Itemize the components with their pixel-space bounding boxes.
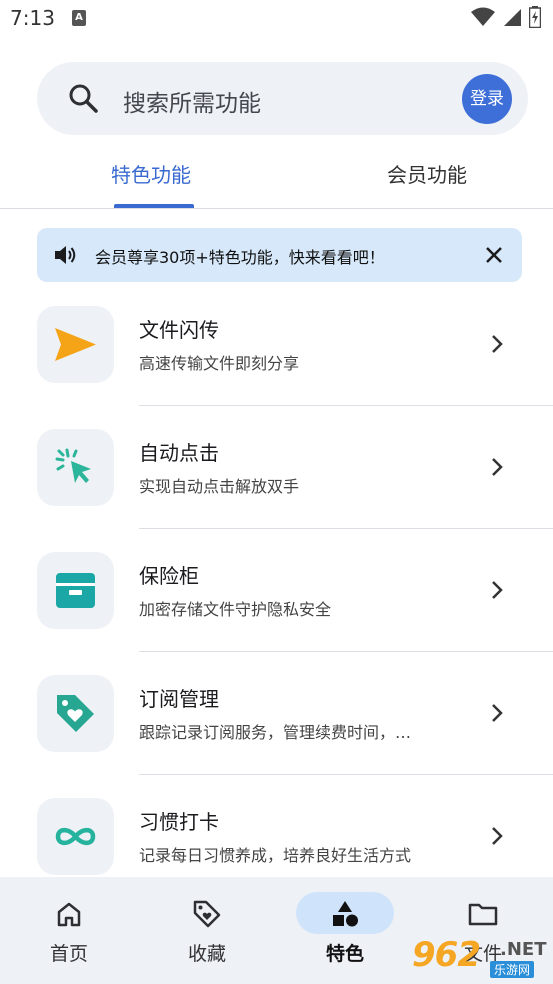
feature-row-auto-click[interactable]: 自动点击 实现自动点击解放双手 bbox=[0, 413, 553, 536]
nav-home[interactable]: 首页 bbox=[0, 877, 138, 984]
feature-subtitle: 记录每日习惯养成，培养良好生活方式 bbox=[139, 846, 412, 865]
tag-heart-icon bbox=[57, 695, 94, 732]
notification-icon: A bbox=[72, 10, 86, 26]
watermark-suffix: .NET bbox=[500, 939, 547, 960]
battery-icon bbox=[529, 6, 541, 28]
promo-banner[interactable]: 会员尊享30项+特色功能，快来看看吧！ bbox=[37, 228, 522, 282]
feature-title: 文件闪传 bbox=[139, 318, 219, 342]
tab-bar: 特色功能 会员功能 bbox=[0, 145, 553, 209]
search-icon bbox=[69, 84, 98, 113]
chevron-right-icon bbox=[492, 704, 503, 722]
feature-title: 订阅管理 bbox=[139, 687, 219, 711]
banner-text: 会员尊享30项+特色功能，快来看看吧！ bbox=[95, 248, 385, 267]
watermark-site: 乐游网 bbox=[490, 961, 535, 978]
row-divider bbox=[139, 528, 553, 529]
row-divider bbox=[139, 651, 553, 652]
feature-icon-box bbox=[37, 306, 114, 383]
auto-click-icon bbox=[55, 448, 91, 483]
feature-icon-box bbox=[37, 552, 114, 629]
search-input[interactable]: 搜索所需功能 bbox=[123, 84, 261, 118]
signal-icon bbox=[504, 9, 521, 26]
feature-subtitle: 高速传输文件即刻分享 bbox=[139, 354, 300, 373]
nav-label: 收藏 bbox=[187, 943, 226, 965]
home-icon bbox=[57, 902, 81, 927]
wifi-icon bbox=[471, 7, 495, 26]
feature-row-subscription[interactable]: 订阅管理 跟踪记录订阅服务，管理续费时间，… bbox=[0, 659, 553, 782]
feature-icon-box bbox=[37, 429, 114, 506]
tab-featured[interactable]: 特色功能 bbox=[111, 159, 191, 188]
row-divider bbox=[139, 405, 553, 406]
status-time: 7:13 bbox=[10, 6, 55, 30]
feature-row-file-transfer[interactable]: 文件闪传 高速传输文件即刻分享 bbox=[0, 290, 553, 413]
watermark-logo: 962 .NET 乐游网 bbox=[412, 935, 552, 981]
tab-member[interactable]: 会员功能 bbox=[387, 159, 467, 188]
tab-indicator bbox=[114, 204, 194, 208]
feature-icon-box bbox=[37, 675, 114, 752]
feature-subtitle: 加密存储文件守护隐私安全 bbox=[139, 600, 332, 619]
feature-subtitle: 跟踪记录订阅服务，管理续费时间，… bbox=[139, 723, 412, 742]
chevron-right-icon bbox=[492, 335, 503, 353]
infinity-icon bbox=[55, 827, 96, 846]
feature-icon-box bbox=[37, 798, 114, 875]
feature-title: 自动点击 bbox=[139, 441, 219, 465]
folder-icon bbox=[468, 903, 498, 926]
tag-icon bbox=[193, 900, 221, 928]
nav-label: 特色 bbox=[325, 943, 364, 965]
chevron-right-icon bbox=[492, 458, 503, 476]
chevron-right-icon bbox=[492, 581, 503, 599]
shapes-icon bbox=[333, 901, 358, 927]
feature-title: 保险柜 bbox=[139, 564, 199, 588]
close-icon[interactable] bbox=[483, 244, 505, 266]
status-icons bbox=[471, 6, 541, 28]
safe-box-icon bbox=[56, 573, 95, 608]
login-button[interactable]: 登录 bbox=[462, 74, 512, 124]
send-icon bbox=[55, 328, 96, 361]
chevron-right-icon bbox=[492, 827, 503, 845]
nav-favorites[interactable]: 收藏 bbox=[138, 877, 276, 984]
row-divider bbox=[139, 774, 553, 775]
search-bar[interactable]: 搜索所需功能 登录 bbox=[37, 62, 528, 135]
feature-subtitle: 实现自动点击解放双手 bbox=[139, 477, 300, 496]
nav-featured[interactable]: 特色 bbox=[276, 877, 414, 984]
speaker-icon bbox=[55, 246, 76, 264]
watermark-number: 962 bbox=[412, 935, 481, 975]
status-bar: 7:13 A bbox=[0, 0, 553, 40]
nav-label: 首页 bbox=[49, 943, 88, 965]
feature-title: 习惯打卡 bbox=[139, 810, 219, 834]
feature-row-safe[interactable]: 保险柜 加密存储文件守护隐私安全 bbox=[0, 536, 553, 659]
